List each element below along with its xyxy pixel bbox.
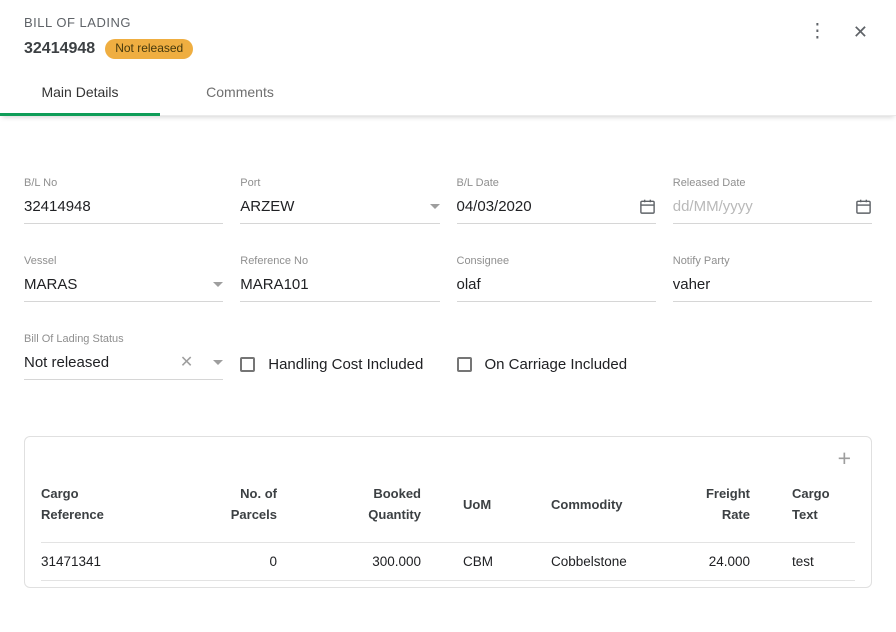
- no-of-parcels-cell: 0: [201, 542, 277, 580]
- calendar-icon[interactable]: [639, 198, 656, 215]
- column-header: Cargo Reference: [41, 484, 117, 526]
- checkbox-icon: [457, 357, 472, 372]
- page-title: 32414948: [24, 40, 95, 58]
- calendar-icon[interactable]: [855, 198, 872, 215]
- vessel-value: MARAS: [24, 276, 205, 293]
- column-header: UoM: [463, 495, 491, 516]
- column-header: Booked Quantity: [345, 484, 421, 526]
- column-header: Cargo Text: [792, 484, 855, 526]
- tab-label: Comments: [206, 84, 274, 100]
- bl-date-field[interactable]: B/L Date 04/03/2020: [457, 177, 656, 224]
- on-carriage-checkbox[interactable]: On Carriage Included: [457, 333, 656, 380]
- field-label: Notify Party: [673, 255, 872, 267]
- clear-icon[interactable]: ✕: [180, 355, 193, 371]
- dialog-eyebrow: BILL OF LADING: [24, 15, 872, 30]
- bl-date-value: 04/03/2020: [457, 198, 631, 215]
- close-button[interactable]: ✕: [847, 21, 874, 43]
- plus-icon: +: [838, 445, 851, 471]
- status-badge: Not released: [105, 39, 193, 59]
- dialog-header: BILL OF LADING 32414948 Not released ⋮ ✕: [0, 0, 896, 69]
- bl-no-field[interactable]: B/L No 32414948: [24, 177, 223, 224]
- close-icon: ✕: [853, 22, 868, 42]
- freight-rate-cell: 24.000: [681, 542, 750, 580]
- field-label: Reference No: [240, 255, 439, 267]
- port-value: ARZEW: [240, 198, 421, 215]
- field-label: Port: [240, 177, 439, 189]
- released-date-field[interactable]: Released Date dd/MM/yyyy: [673, 177, 872, 224]
- reference-no-value: MARA101: [240, 276, 439, 293]
- field-label: Vessel: [24, 255, 223, 267]
- notify-party-field[interactable]: Notify Party vaher: [673, 255, 872, 302]
- released-date-placeholder: dd/MM/yyyy: [673, 198, 847, 215]
- chevron-down-icon: [213, 360, 223, 365]
- bl-status-select[interactable]: Bill Of Lading Status Not released ✕: [24, 333, 223, 380]
- field-label: B/L Date: [457, 177, 656, 189]
- column-header: Commodity: [551, 495, 623, 516]
- add-cargo-line-button[interactable]: +: [834, 445, 855, 472]
- booked-quantity-cell: 300.000: [277, 542, 421, 580]
- notify-party-value: vaher: [673, 276, 872, 293]
- checkbox-label: On Carriage Included: [485, 356, 628, 373]
- table-row[interactable]: 31471341 0 300.000 CBM Cobbelstone 24.00…: [41, 542, 855, 580]
- column-header: No. of Parcels: [201, 484, 277, 526]
- bl-status-value: Not released: [24, 354, 180, 371]
- cargo-text-cell: test: [750, 542, 855, 580]
- bill-of-lading-dialog: BILL OF LADING 32414948 Not released ⋮ ✕…: [0, 0, 896, 632]
- tab-bar: Main Details Comments: [0, 69, 896, 116]
- uom-cell: CBM: [421, 542, 551, 580]
- chevron-down-icon: [213, 282, 223, 287]
- cargo-lines-card: + Cargo Reference No. of Parcels Booked …: [24, 436, 872, 588]
- tab-comments[interactable]: Comments: [160, 69, 320, 115]
- field-label: Bill Of Lading Status: [24, 333, 223, 345]
- column-header: Freight Rate: [681, 484, 750, 526]
- cargo-table: Cargo Reference No. of Parcels Booked Qu…: [41, 478, 855, 581]
- kebab-menu-icon: ⋮: [808, 21, 827, 42]
- port-select[interactable]: Port ARZEW: [240, 177, 439, 224]
- handling-cost-checkbox[interactable]: Handling Cost Included: [240, 333, 439, 380]
- vessel-select[interactable]: Vessel MARAS: [24, 255, 223, 302]
- kebab-menu-button[interactable]: ⋮: [802, 20, 833, 43]
- table-header-row: Cargo Reference No. of Parcels Booked Qu…: [41, 478, 855, 542]
- consignee-field[interactable]: Consignee olaf: [457, 255, 656, 302]
- field-label: Released Date: [673, 177, 872, 189]
- field-label: Consignee: [457, 255, 656, 267]
- commodity-cell: Cobbelstone: [551, 542, 681, 580]
- tab-label: Main Details: [41, 84, 118, 100]
- tab-main-details[interactable]: Main Details: [0, 69, 160, 115]
- bl-no-value: 32414948: [24, 198, 223, 215]
- chevron-down-icon: [430, 204, 440, 209]
- reference-no-field[interactable]: Reference No MARA101: [240, 255, 439, 302]
- main-details-panel: B/L No 32414948 Port ARZEW B/L Date 04/0…: [0, 177, 896, 588]
- field-label: B/L No: [24, 177, 223, 189]
- consignee-value: olaf: [457, 276, 656, 293]
- checkbox-icon: [240, 357, 255, 372]
- checkbox-label: Handling Cost Included: [268, 356, 423, 373]
- cargo-reference-cell: 31471341: [41, 542, 201, 580]
